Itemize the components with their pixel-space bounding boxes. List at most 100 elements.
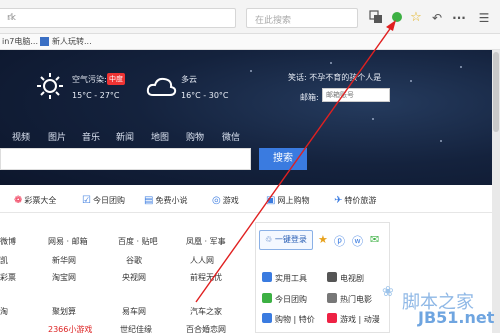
translate-icon[interactable] bbox=[368, 10, 384, 26]
undo-icon[interactable]: ↶ bbox=[429, 10, 445, 26]
shop-icon: ▣ bbox=[266, 195, 276, 206]
quick-link-label: 特价旅游 bbox=[344, 196, 377, 205]
site-link[interactable]: 汽车之家 bbox=[190, 306, 222, 317]
tv-icon bbox=[327, 272, 337, 282]
lottery-icon: ❁ bbox=[14, 195, 23, 206]
panel-link-label: 实用工具 bbox=[275, 274, 307, 283]
address-bar[interactable]: rk ☆ bbox=[0, 8, 236, 28]
quick-link-label: 游戏 bbox=[222, 196, 239, 205]
quick-link-lottery[interactable]: ❁ 彩票大全 bbox=[14, 195, 56, 206]
wechat-icon[interactable]: ✉ bbox=[370, 233, 379, 246]
bookmark-item[interactable]: in7电脑... bbox=[2, 36, 38, 47]
watermark-url: JB51.net bbox=[418, 308, 495, 327]
quick-link-groupbuy[interactable]: ☑ 今日团购 bbox=[82, 195, 125, 206]
site-link[interactable]: 百度 · 贴吧 bbox=[118, 236, 158, 247]
menu-icon[interactable]: ☰ bbox=[476, 10, 492, 26]
bookmarks-bar: in7电脑... 新人玩转... bbox=[0, 34, 500, 50]
quick-link-novel[interactable]: ▤ 免费小说 bbox=[144, 195, 187, 206]
cart-icon bbox=[262, 313, 272, 323]
tab-music[interactable]: 音乐 bbox=[82, 130, 100, 143]
site-link[interactable]: 前程无忧 bbox=[190, 272, 222, 283]
watermark-paw-icon: ❀ bbox=[382, 284, 394, 300]
game-icon: ◎ bbox=[212, 195, 221, 206]
site-link[interactable]: 央视网 bbox=[122, 272, 146, 283]
tomorrow-temperature: 16°C - 30°C bbox=[181, 91, 229, 100]
bookmark-favicon-icon bbox=[40, 37, 49, 46]
site-link[interactable]: 淘 bbox=[0, 306, 8, 317]
site-link[interactable]: 聚划算 bbox=[52, 306, 76, 317]
login-label: 一键登录 bbox=[274, 235, 307, 244]
quick-link-label: 彩票大全 bbox=[24, 196, 57, 205]
tab-video[interactable]: 视频 bbox=[12, 130, 30, 143]
star-decoration bbox=[440, 140, 442, 142]
tomorrow-weather-label: 多云 bbox=[181, 75, 197, 84]
quick-link-label: 今日团购 bbox=[92, 196, 125, 205]
mail-input[interactable] bbox=[323, 89, 389, 101]
search-button[interactable]: 搜索 bbox=[259, 148, 307, 170]
site-link[interactable]: 2366小游戏 bbox=[48, 324, 92, 333]
panel-link-movies[interactable]: 热门电影 bbox=[327, 293, 372, 305]
panel-link-label: 购物 | 特价 bbox=[275, 315, 315, 324]
site-link[interactable]: 凯 bbox=[0, 255, 8, 266]
scrollbar-thumb[interactable] bbox=[493, 52, 499, 132]
panel-link-label: 游戏 | 动漫 bbox=[340, 315, 380, 324]
gamepad-icon bbox=[327, 313, 337, 323]
quick-link-label: 网上购物 bbox=[277, 196, 310, 205]
panel-link-groupbuy[interactable]: 今日团购 bbox=[262, 293, 307, 305]
tab-map[interactable]: 地图 bbox=[151, 130, 169, 143]
bookmark-star-icon[interactable]: ☆ bbox=[7, 13, 15, 23]
panel-link-label: 电视剧 bbox=[340, 274, 364, 283]
bookmark-item[interactable]: 新人玩转... bbox=[52, 36, 92, 47]
star-decoration bbox=[250, 70, 252, 72]
site-link[interactable]: 百合婚恋网 bbox=[186, 324, 226, 333]
favorite-star-icon[interactable]: ★ bbox=[318, 233, 328, 246]
tools-icon bbox=[262, 272, 272, 282]
tab-news[interactable]: 新闻 bbox=[116, 130, 134, 143]
panel-link-tools[interactable]: 实用工具 bbox=[262, 272, 307, 284]
panel-link-tv[interactable]: 电视剧 bbox=[327, 272, 364, 284]
green-dot-icon[interactable] bbox=[389, 10, 405, 26]
star-decoration bbox=[372, 118, 374, 120]
star-icon[interactable]: ☆ bbox=[408, 10, 424, 26]
travel-icon: ✈ bbox=[334, 195, 343, 206]
tab-shopping[interactable]: 购物 bbox=[186, 130, 204, 143]
panel-link-shopping[interactable]: 购物 | 特价 bbox=[262, 313, 315, 325]
cloudy-weather-icon bbox=[145, 74, 177, 103]
joke-notice[interactable]: 笑话: 不孕不育的孩个人是 bbox=[288, 72, 381, 83]
browser-search-box[interactable]: 在此搜索 bbox=[246, 8, 358, 28]
site-link[interactable]: 淘宝网 bbox=[52, 272, 76, 283]
air-quality-badge: 中度 bbox=[107, 73, 125, 85]
browser-window: rk ☆ 在此搜索 ☆ ↶ ··· ☰ in7电脑... 新人玩转... 空气污… bbox=[0, 0, 500, 333]
site-link[interactable]: 易车网 bbox=[122, 306, 146, 317]
browser-toolbar: rk ☆ 在此搜索 ☆ ↶ ··· ☰ bbox=[0, 0, 500, 34]
more-icon[interactable]: ··· bbox=[451, 10, 467, 26]
star-decoration bbox=[330, 62, 332, 64]
tab-wechat[interactable]: 微信 bbox=[222, 130, 240, 143]
main-search-input[interactable] bbox=[0, 148, 251, 170]
site-link[interactable]: 彩票 bbox=[0, 272, 16, 283]
panel-link-games[interactable]: 游戏 | 动漫 bbox=[327, 313, 380, 325]
site-link[interactable]: 谷歌 bbox=[126, 255, 142, 266]
header-banner bbox=[0, 50, 492, 201]
weibo-icon[interactable]: ⓦ bbox=[352, 233, 363, 249]
site-link[interactable]: 新华网 bbox=[52, 255, 76, 266]
site-link[interactable]: 凤凰 · 军事 bbox=[186, 236, 226, 247]
site-link[interactable]: 世纪佳缘 bbox=[120, 324, 152, 333]
quick-link-travel[interactable]: ✈ 特价旅游 bbox=[334, 195, 376, 206]
p-circle-icon[interactable]: ⓟ bbox=[334, 233, 345, 249]
quick-link-game[interactable]: ◎ 游戏 bbox=[212, 195, 239, 206]
login-bell-icon: ♲ bbox=[265, 235, 273, 244]
mail-field[interactable] bbox=[322, 88, 390, 102]
mail-label: 邮箱: bbox=[300, 93, 319, 102]
quick-link-shop[interactable]: ▣ 网上购物 bbox=[266, 195, 309, 206]
star-decoration bbox=[460, 66, 462, 68]
site-link[interactable]: 网易 · 邮箱 bbox=[48, 236, 88, 247]
one-click-login-button[interactable]: ♲ 一键登录 bbox=[259, 230, 313, 250]
tab-images[interactable]: 图片 bbox=[48, 130, 66, 143]
site-link[interactable]: 微博 bbox=[0, 236, 16, 247]
site-link[interactable]: 人人网 bbox=[190, 255, 214, 266]
panel-link-label: 热门电影 bbox=[340, 295, 372, 304]
today-temperature: 15°C - 27°C bbox=[72, 91, 120, 100]
groupbuy-icon bbox=[262, 293, 272, 303]
novel-icon: ▤ bbox=[144, 195, 154, 206]
